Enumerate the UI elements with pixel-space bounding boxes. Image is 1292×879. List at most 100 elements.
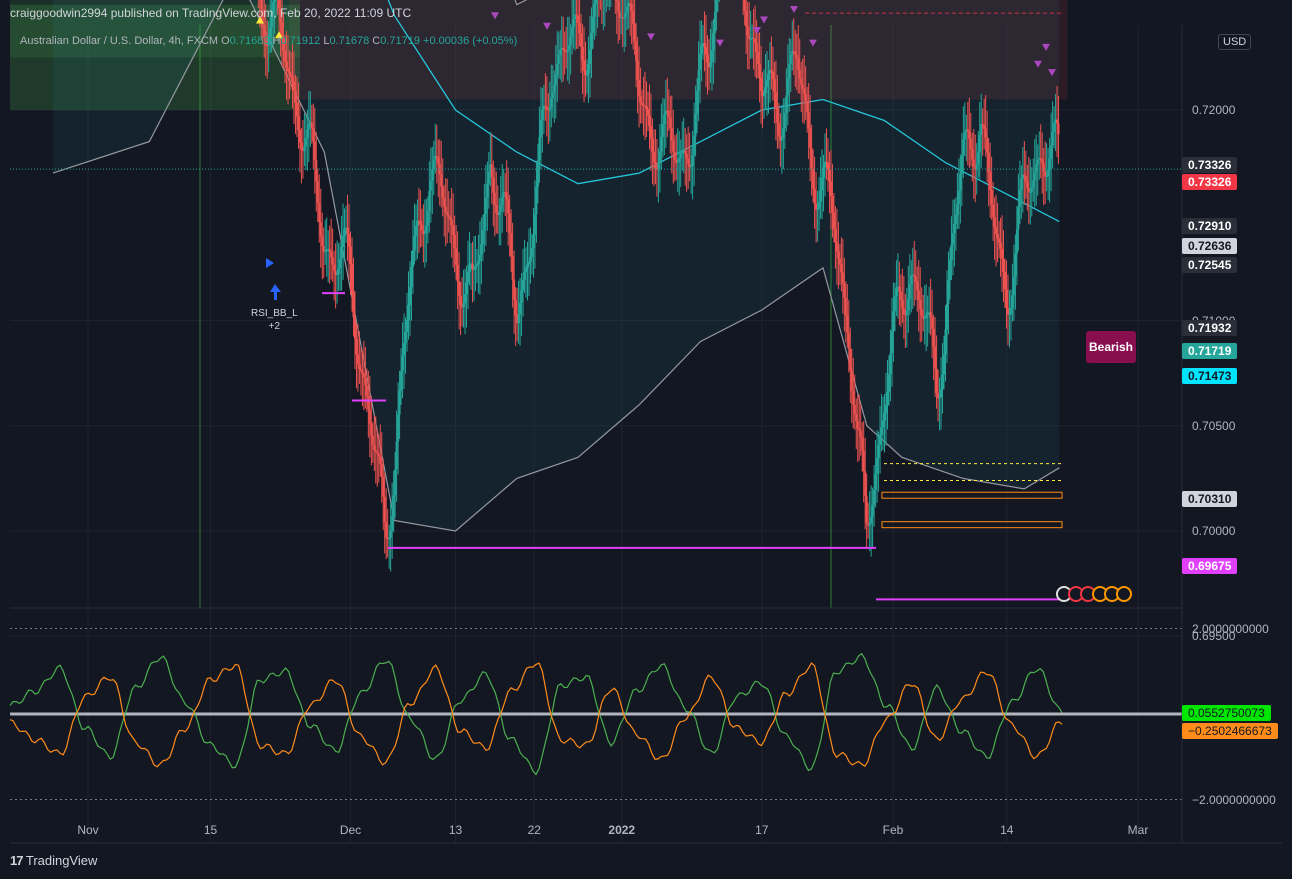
time-tick-5: 2022 [608, 823, 636, 837]
candle-body [794, 51, 797, 55]
candle-body [855, 414, 858, 421]
candle-body [755, 43, 758, 53]
candle-186[interactable] [330, 218, 333, 280]
candle-body [478, 254, 481, 262]
candle-body [352, 291, 355, 318]
candle-body [586, 73, 589, 76]
candle-body [807, 112, 810, 129]
arrow-right-icon [266, 258, 274, 268]
candle-body [523, 272, 526, 280]
candle-body [391, 516, 394, 531]
candle-body [693, 136, 696, 156]
economic-event-icon-5[interactable] [1116, 586, 1132, 602]
price-label-3: 0.72636 [1182, 238, 1238, 254]
candle-body [481, 230, 484, 245]
candle-body [1027, 188, 1030, 192]
candle-body [679, 153, 682, 159]
candle-body [287, 67, 290, 72]
candle-body [923, 317, 926, 319]
candle-body [899, 291, 902, 300]
candle-body [993, 217, 996, 228]
candle-body [829, 181, 832, 197]
currency-button[interactable]: USD [1218, 34, 1252, 50]
candle-body [553, 85, 556, 93]
candle-body [767, 73, 770, 80]
candle-body [834, 229, 837, 242]
candle-body [743, 0, 746, 11]
candle-body [292, 81, 295, 91]
candle-body [780, 137, 783, 141]
candle-body [563, 49, 566, 52]
candle-body [413, 236, 416, 251]
candle-body [1009, 308, 1012, 315]
candle-body [984, 128, 987, 138]
candle-body [522, 279, 525, 291]
candle-553[interactable] [876, 430, 879, 503]
candle-body [477, 261, 480, 265]
price-label-5: 0.71932 [1182, 320, 1238, 336]
candle-body [505, 192, 508, 200]
candle-body [950, 244, 953, 261]
candle-body [443, 197, 446, 207]
candle-body [294, 90, 297, 103]
candle-body [856, 420, 859, 429]
candle-body [353, 317, 356, 339]
candle-body [713, 12, 716, 34]
candle-body [1005, 289, 1008, 309]
candle-body [594, 0, 597, 4]
candle-body [819, 190, 822, 202]
candle-body [389, 530, 392, 538]
candle-179[interactable] [319, 188, 322, 268]
symbol-legend[interactable]: Australian Dollar / U.S. Dollar, 4h, FXC… [20, 35, 517, 47]
candle-body [303, 146, 306, 151]
candle-body [403, 343, 406, 356]
candle-body [1030, 187, 1033, 192]
candle-body [763, 93, 766, 97]
candle-body [840, 264, 843, 273]
candle-body [972, 159, 975, 168]
candle-body [703, 43, 706, 48]
indicator-tag[interactable]: RSI_BB_L +2 [251, 307, 298, 333]
candle-body [370, 423, 373, 436]
candle-body [291, 76, 294, 82]
candle-181[interactable] [322, 227, 325, 279]
candle-body [449, 216, 452, 220]
candle-body [1057, 123, 1060, 135]
candle-body [654, 162, 657, 169]
candle-182[interactable] [324, 219, 327, 265]
candle-body [861, 437, 864, 451]
candle-body [471, 263, 474, 270]
candle-body [943, 353, 946, 375]
candle-body [575, 14, 578, 16]
candle-body [670, 128, 673, 141]
candle-body [420, 224, 423, 231]
price-label-6: 0.71719 [1182, 343, 1238, 359]
candle-body [587, 63, 590, 74]
tradingview-logo[interactable]: 17 TradingView [10, 853, 97, 868]
candle-body [510, 233, 513, 257]
candle-body [377, 453, 380, 457]
candle-body [483, 213, 486, 231]
candle-189[interactable] [334, 243, 337, 309]
candle-549[interactable] [870, 485, 873, 557]
candle-206[interactable] [359, 347, 362, 396]
candle-body [934, 346, 937, 369]
candle-body [580, 33, 583, 47]
candle-body [999, 242, 1002, 249]
candle-226[interactable] [389, 502, 392, 572]
candle-body [273, 0, 276, 3]
candle-body [455, 248, 458, 265]
candle-165[interactable] [298, 103, 301, 173]
close-value: 0.71719 [380, 35, 420, 47]
candle-body [629, 3, 632, 5]
candle-183[interactable] [325, 217, 328, 277]
candle-body [1020, 178, 1023, 190]
candle-body [339, 258, 342, 269]
candle-body [410, 266, 413, 288]
candle-184[interactable] [327, 230, 330, 283]
candle-body [1017, 207, 1020, 230]
candle-169[interactable] [304, 115, 307, 170]
candle-body [288, 71, 291, 74]
candle-body [545, 106, 548, 110]
candle-body [290, 73, 292, 77]
